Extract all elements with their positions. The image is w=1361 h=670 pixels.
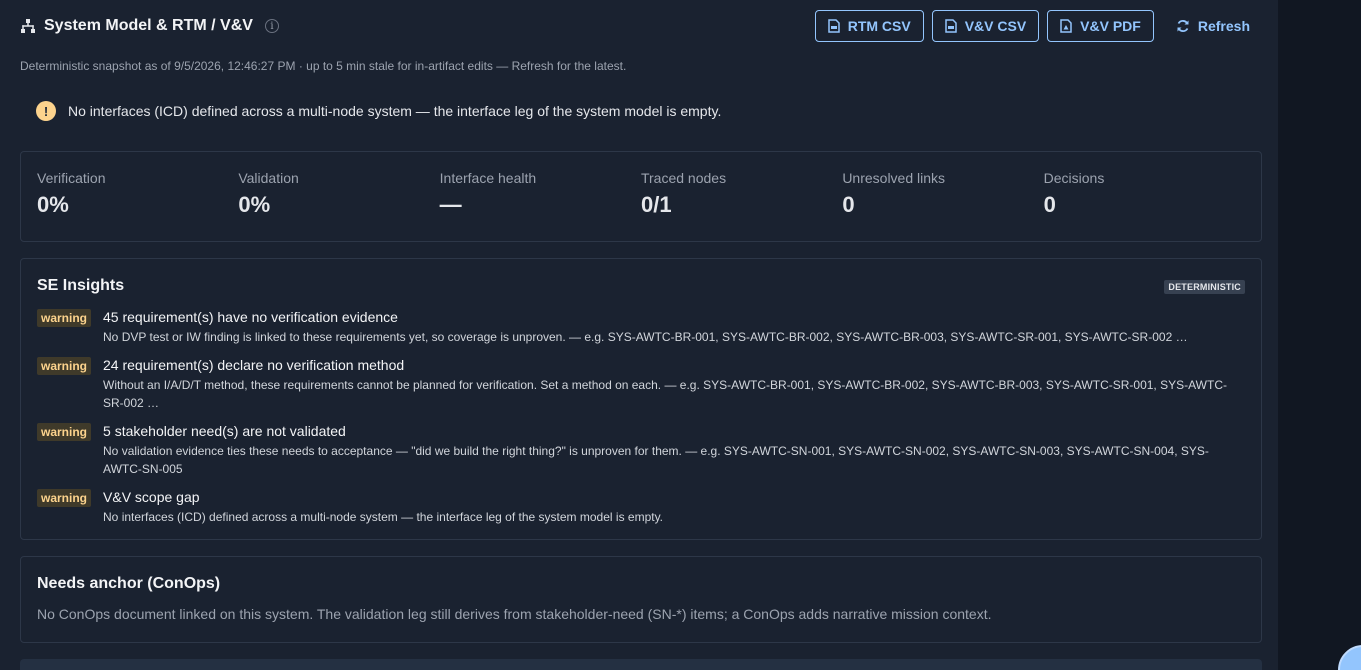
pdf-file-icon — [1060, 19, 1072, 33]
stat-validation: Validation 0% — [238, 170, 439, 241]
se-insights-card: SE Insights DETERMINISTIC warning 45 req… — [20, 258, 1262, 540]
insight-item: warning V&V scope gap No interfaces (ICD… — [37, 488, 1245, 526]
interface-alert: ! No interfaces (ICD) defined across a m… — [20, 92, 1260, 130]
alert-text: No interfaces (ICD) defined across a mul… — [68, 103, 722, 119]
next-card — [20, 659, 1262, 670]
csv-file-icon — [827, 19, 840, 33]
severity-badge: warning — [37, 489, 92, 507]
page-title: System Model & RTM / V&V — [44, 17, 253, 34]
toolbar: RTM CSV V&V CSV V&V PDF Refresh — [814, 10, 1260, 42]
stat-label: Traced nodes — [640, 170, 727, 186]
refresh-label: Refresh — [1197, 18, 1250, 34]
stat-value: 0% — [238, 192, 271, 217]
vv-csv-label: V&V CSV — [964, 18, 1027, 34]
conops-text: No ConOps document linked on this system… — [37, 606, 992, 622]
csv-file-icon — [944, 19, 957, 33]
vv-pdf-button[interactable]: V&V PDF — [1047, 10, 1154, 42]
section-title: Needs anchor (ConOps) — [37, 575, 221, 592]
insight-headline: V&V scope gap — [103, 489, 200, 505]
stat-value: 0 — [1043, 192, 1056, 217]
insight-list: warning 45 requirement(s) have no verifi… — [37, 308, 1245, 526]
stat-value: 0 — [842, 192, 855, 217]
stat-traced-nodes: Traced nodes 0/1 — [641, 170, 842, 241]
vv-pdf-label: V&V PDF — [1080, 18, 1141, 34]
refresh-button[interactable]: Refresh — [1162, 10, 1260, 42]
severity-badge: warning — [37, 357, 92, 375]
rtm-csv-button[interactable]: RTM CSV — [814, 10, 924, 42]
conops-card: Needs anchor (ConOps) No ConOps document… — [20, 556, 1262, 643]
snapshot-subtitle: Deterministic snapshot as of 9/5/2026, 1… — [20, 59, 627, 73]
refresh-icon — [1176, 19, 1190, 33]
insight-headline: 45 requirement(s) have no verification e… — [103, 309, 398, 325]
severity-badge: warning — [37, 423, 92, 441]
insight-description: No interfaces (ICD) defined across a mul… — [103, 510, 664, 524]
title-group: System Model & RTM / V&V i — [20, 17, 279, 35]
insight-item: warning 5 stakeholder need(s) are not va… — [37, 422, 1245, 478]
insight-item: warning 24 requirement(s) declare no ver… — [37, 356, 1245, 412]
stat-interface-health: Interface health — — [440, 170, 641, 241]
main-panel: System Model & RTM / V&V i RTM CSV V&V C… — [0, 0, 1278, 670]
stat-decisions: Decisions 0 — [1044, 170, 1245, 241]
stat-label: Interface health — [439, 170, 537, 186]
insight-item: warning 45 requirement(s) have no verifi… — [37, 308, 1245, 346]
insight-headline: 24 requirement(s) declare no verificatio… — [103, 357, 405, 373]
rtm-csv-label: RTM CSV — [847, 18, 911, 34]
stat-verification: Verification 0% — [37, 170, 238, 241]
stat-value: — — [439, 192, 462, 217]
insight-description: No validation evidence ties these needs … — [103, 444, 1209, 476]
stat-label: Verification — [37, 170, 106, 186]
severity-badge: warning — [37, 309, 92, 327]
hierarchy-icon — [20, 18, 36, 34]
header: System Model & RTM / V&V i RTM CSV V&V C… — [20, 10, 1260, 42]
stat-value: 0% — [37, 192, 69, 217]
stat-label: Unresolved links — [842, 170, 946, 186]
stat-label: Decisions — [1043, 170, 1105, 186]
info-icon[interactable]: i — [264, 19, 279, 33]
metrics-card: Verification 0% Validation 0% Interface … — [20, 151, 1262, 242]
vv-csv-button[interactable]: V&V CSV — [931, 10, 1040, 42]
stat-value: 0/1 — [640, 192, 672, 217]
stat-label: Validation — [238, 170, 299, 186]
insight-headline: 5 stakeholder need(s) are not validated — [103, 423, 346, 439]
deterministic-badge: DETERMINISTIC — [1164, 280, 1245, 294]
right-gutter — [1278, 0, 1361, 670]
insight-description: Without an I/A/D/T method, these require… — [103, 378, 1227, 410]
section-title: SE Insights — [37, 277, 125, 294]
stat-unresolved-links: Unresolved links 0 — [842, 170, 1043, 241]
insight-description: No DVP test or IW finding is linked to t… — [103, 330, 1188, 344]
warning-icon: ! — [36, 101, 56, 121]
